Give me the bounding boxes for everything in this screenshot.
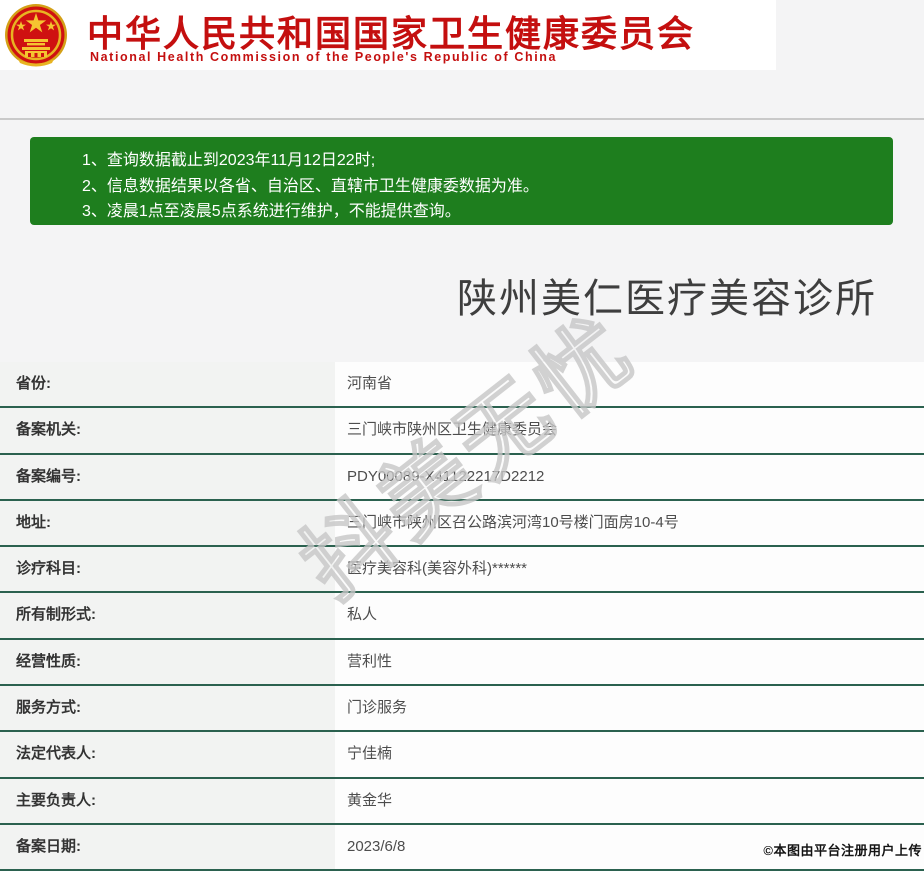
header-divider — [0, 118, 924, 120]
query-notice-box: 1、查询数据截止到2023年11月12日22时; 2、信息数据结果以各省、自治区… — [30, 137, 893, 225]
table-row: 法定代表人: 宁佳楠 — [0, 732, 924, 779]
table-row: 备案机关: 三门峡市陕州区卫生健康委员会 — [0, 408, 924, 455]
field-label: 主要负责人: — [0, 778, 335, 823]
table-row: 所有制形式: 私人 — [0, 593, 924, 640]
field-label: 备案编号: — [0, 454, 335, 499]
upload-credit-watermark: ©本图由平台注册用户上传 — [763, 843, 922, 858]
field-label: 所有制形式: — [0, 593, 335, 638]
field-value: PDY00089-X41122217D2212 — [335, 454, 924, 499]
field-label: 诊疗科目: — [0, 547, 335, 592]
table-row: 服务方式: 门诊服务 — [0, 686, 924, 733]
field-label: 法定代表人: — [0, 732, 335, 777]
table-row: 地址: 三门峡市陕州区召公路滨河湾10号楼门面房10-4号 — [0, 500, 924, 548]
field-label: 经营性质: — [0, 639, 335, 685]
field-value: 医疗美容科(美容外科)****** — [335, 547, 924, 592]
field-label: 地址: — [0, 500, 335, 546]
national-emblem-icon — [5, 4, 67, 67]
record-table: 省份: 河南省 备案机关: 三门峡市陕州区卫生健康委员会 备案编号: PDY00… — [0, 362, 924, 871]
field-value: 三门峡市陕州区卫生健康委员会 — [335, 408, 924, 453]
field-label: 省份: — [0, 362, 335, 407]
site-header: 中华人民共和国国家卫生健康委员会 National Health Commiss… — [0, 0, 776, 70]
table-row: 主要负责人: 黄金华 — [0, 778, 924, 825]
notice-line-2: 2、信息数据结果以各省、自治区、直辖市卫生健康委数据为准。 — [82, 177, 539, 195]
field-value: 宁佳楠 — [335, 732, 924, 777]
table-row: 诊疗科目: 医疗美容科(美容外科)****** — [0, 547, 924, 594]
field-value: 河南省 — [335, 362, 924, 407]
table-row: 省份: 河南省 — [0, 362, 924, 409]
site-title-english: National Health Commission of the People… — [90, 50, 558, 64]
field-value: 门诊服务 — [335, 686, 924, 731]
notice-line-3: 3、凌晨1点至凌晨5点系统进行维护，不能提供查询。 — [82, 203, 461, 220]
institution-name-title: 陕州美仁医疗美容诊所 — [457, 277, 877, 321]
field-value: 私人 — [335, 593, 924, 638]
notice-line-1: 1、查询数据截止到2023年11月12日22时; — [82, 152, 376, 169]
table-row: 备案编号: PDY00089-X41122217D2212 — [0, 454, 924, 501]
field-label: 服务方式: — [0, 686, 335, 731]
field-label: 备案日期: — [0, 824, 335, 870]
field-label: 备案机关: — [0, 408, 335, 453]
table-row: 经营性质: 营利性 — [0, 639, 924, 687]
field-value: 营利性 — [335, 639, 924, 685]
field-value: 三门峡市陕州区召公路滨河湾10号楼门面房10-4号 — [335, 500, 924, 546]
field-value: 黄金华 — [335, 778, 924, 823]
